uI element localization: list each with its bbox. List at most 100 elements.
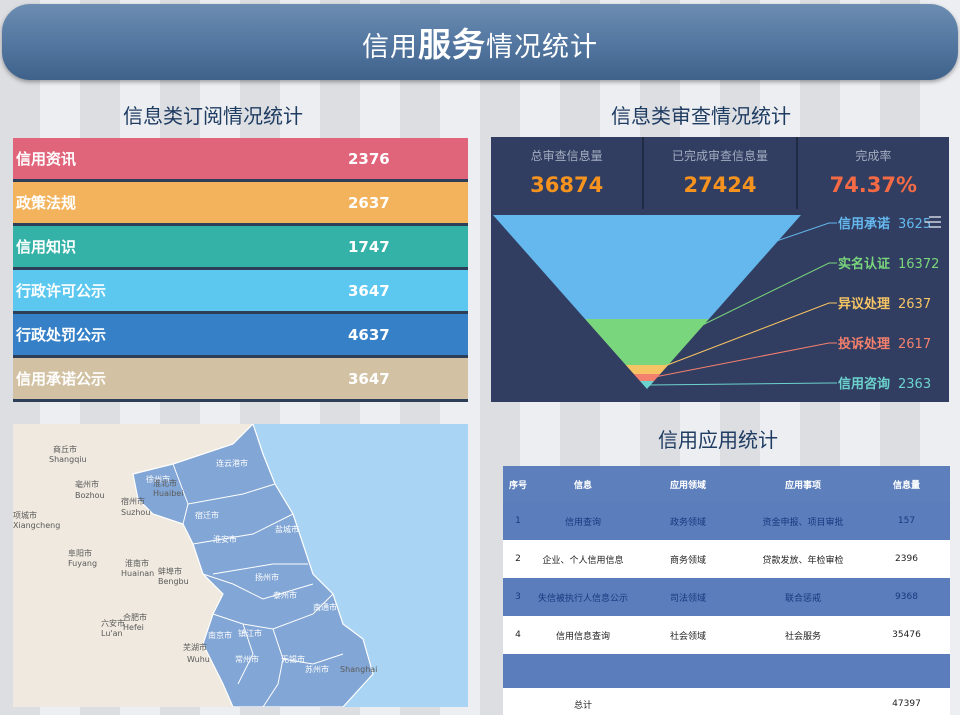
app-table-cell-no: 2: [503, 540, 533, 578]
app-table-cell-field: 政务领域: [633, 502, 743, 540]
review-kpi: 已完成审查信息量 27424: [644, 137, 798, 209]
subscription-row-name: 政策法规: [16, 194, 77, 212]
subscription-row-name: 行政许可公示: [16, 282, 107, 300]
review-kpi-value: 27424: [683, 173, 757, 197]
app-table-cell-count: 157: [863, 502, 950, 540]
app-table-header: 序号 信息 应用领域 应用事项 信息量: [503, 466, 950, 502]
app-table-cell-no: 4: [503, 616, 533, 654]
funnel-label: 异议处理 2637: [838, 296, 931, 312]
map-city-label: 商丘市: [53, 444, 77, 454]
subscription-row-value: 4637: [348, 325, 390, 344]
app-title: 信用应用统计: [658, 428, 778, 452]
map-city-label: Bengbu: [158, 577, 189, 586]
review-kpi-label: 完成率: [855, 149, 892, 163]
subscription-row-value: 1747: [348, 237, 390, 256]
map-city-label: Fuyang: [68, 559, 97, 568]
app-table-cell-field: 商务领域: [633, 540, 743, 578]
app-table-cell-count: 9368: [863, 578, 950, 616]
map-city-label: 扬州市: [255, 572, 279, 582]
funnel-label-name: 信用咨询: [838, 376, 890, 392]
map-city-label: 宿迁市: [195, 510, 219, 520]
funnel-label-name: 实名认证: [838, 256, 890, 272]
subscription-row-value: 3647: [348, 281, 390, 300]
funnel-label: 投诉处理 2617: [838, 336, 931, 352]
map-city-label: Hefei: [123, 623, 144, 632]
map-city-label: 泰州市: [273, 590, 297, 600]
app-table-cell-count: 2396: [863, 540, 950, 578]
subscription-row[interactable]: 行政许可公示 3647: [13, 270, 468, 314]
subscription-row[interactable]: 行政处罚公示 4637: [13, 314, 468, 358]
subscription-row-value: 2637: [348, 193, 390, 212]
app-table-cell-no: 3: [503, 578, 533, 616]
subscription-row[interactable]: 信用资讯 2376: [13, 138, 468, 182]
funnel-segment[interactable]: [633, 374, 661, 381]
funnel-label: 信用承诺 3625: [838, 216, 931, 232]
app-table-total-value: 47397: [863, 688, 950, 715]
map-canvas: 连云港市徐州市宿迁市淮安市盐城市扬州市泰州市南京市 镇江市常州市 无锡市苏州市南通市…: [13, 424, 468, 707]
subscription-row-name: 行政处罚公示: [16, 326, 107, 344]
map-city-label: Shangqiu: [49, 455, 87, 464]
subscription-title: 信息类订阅情况统计: [123, 104, 303, 128]
funnel-label: 实名认证 16372: [838, 256, 939, 272]
subscription-row[interactable]: 信用承诺公示 3647: [13, 358, 468, 402]
jiangsu-map[interactable]: 连云港市 徐州市 宿迁市 淮安市 盐城市 扬州市 泰州市 南京市 镇江市 常州市 无锡市 苏州市 南通市…: [13, 424, 468, 707]
app-table-cell-info: 失信被执行人信息公示: [533, 578, 633, 616]
review-panel: 总审查信息量 36874 已完成审查信息量 27424 完成率 74.37% 信用承诺 36…: [491, 137, 949, 402]
map-city-label: Lu'an: [101, 629, 123, 638]
app-table-cell-field: 社会领域: [633, 616, 743, 654]
review-kpi-value: 36874: [530, 173, 604, 197]
subscription-row-name: 信用资讯: [16, 150, 77, 168]
app-table-total-row: 总计 47397: [503, 688, 950, 715]
map-city-label: 淮南市: [125, 558, 149, 568]
map-city-label: 盐城市: [275, 524, 299, 534]
subscription-row-value: 3647: [348, 369, 390, 388]
subscription-row-value: 2376: [348, 149, 390, 168]
map-city-label: 连云港市: [216, 458, 248, 468]
map-city-label: 项城市: [13, 510, 37, 520]
page-header: 信用服务情况统计: [2, 4, 958, 80]
map-city-label: Huainan: [121, 569, 154, 578]
app-table-cell-info: 企业、个人信用信息: [533, 540, 633, 578]
subscription-row[interactable]: 政策法规 2637: [13, 182, 468, 226]
app-table-column-header: 序号: [503, 466, 533, 502]
funnel-segment[interactable]: [585, 319, 709, 365]
app-table-cell-item: 资金申报、项目审批: [743, 502, 863, 540]
review-kpi-label: 总审查信息量: [530, 149, 603, 163]
subscription-list: 信用资讯 2376 政策法规 2637 信用知识 1747 行政许可公示 3647 行政处罚公示…: [13, 138, 468, 402]
map-city-label: Shanghai: [340, 665, 377, 674]
map-city-label: 六安市: [101, 618, 125, 628]
app-table-row[interactable]: 2 企业、个人信用信息 商务领域 贷款发放、年检审检 2396: [503, 540, 950, 578]
map-city-label: Wuhu: [187, 655, 210, 664]
funnel-label-value: 2617: [898, 337, 931, 352]
funnel-label-value: 3625: [898, 217, 931, 232]
funnel-label: 信用咨询 2363: [838, 376, 931, 392]
app-table-row[interactable]: 3 失信被执行人信息公示 司法领域 联合惩戒 9368: [503, 578, 950, 616]
map-city-label: Suzhou: [121, 508, 150, 517]
app-table-cell-item: 贷款发放、年检审检: [743, 540, 863, 578]
app-table-row[interactable]: 1 信用查询 政务领域 资金申报、项目审批 157: [503, 502, 950, 540]
funnel-segment[interactable]: [625, 365, 669, 374]
map-city-label: 阜阳市: [68, 548, 92, 558]
app-table-cell-info: 信用信息查询: [533, 616, 633, 654]
app-table-cell-item: 联合惩戒: [743, 578, 863, 616]
funnel-label-name: 投诉处理: [838, 336, 890, 352]
map-city-label: 常州市: [235, 654, 259, 664]
app-table-row[interactable]: 4 信用信息查询 社会领域 社会服务 35476: [503, 616, 950, 654]
review-kpis: 总审查信息量 36874 已完成审查信息量 27424 完成率 74.37%: [491, 137, 949, 209]
funnel-segment[interactable]: [493, 215, 801, 319]
subscription-row[interactable]: 信用知识 1747: [13, 226, 468, 270]
app-table-column-header: 应用事项: [743, 466, 863, 502]
map-city-label: 芜湖市: [183, 642, 207, 652]
map-city-label: 南通市: [313, 602, 337, 612]
map-city-label: Bozhou: [75, 491, 105, 500]
app-table-cell-info: 信用查询: [533, 502, 633, 540]
app-table-column-header: 信息量: [863, 466, 950, 502]
review-kpi: 完成率 74.37%: [798, 137, 949, 209]
map-city-label: 镇江市: [238, 628, 262, 638]
app-table-column-header: 应用领域: [633, 466, 743, 502]
funnel-label-value: 16372: [898, 257, 939, 272]
funnel-label-name: 异议处理: [838, 296, 890, 312]
app-table-cell-no: 1: [503, 502, 533, 540]
map-city-label: 亳州市: [75, 479, 99, 489]
app-table-cell-item: 社会服务: [743, 616, 863, 654]
